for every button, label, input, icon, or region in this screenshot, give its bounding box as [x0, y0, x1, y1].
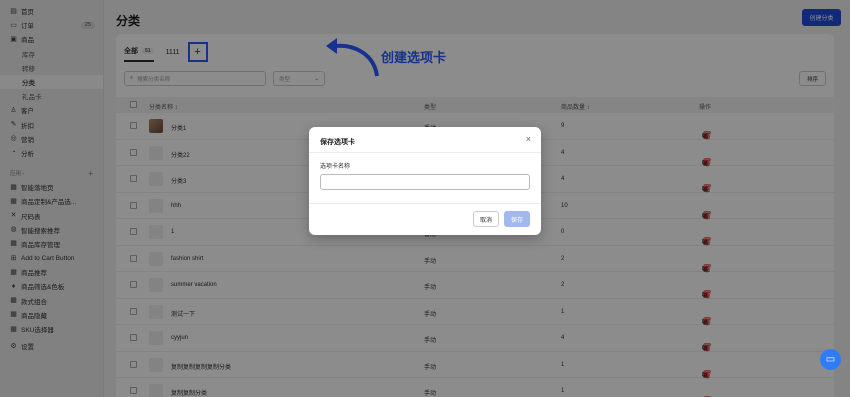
- tab-name-input[interactable]: [320, 174, 530, 190]
- save-button[interactable]: 保存: [504, 211, 530, 227]
- tab-name-label: 选项卡名称: [320, 164, 351, 170]
- chat-icon: ▭: [825, 354, 836, 365]
- divider: [309, 152, 541, 153]
- chat-support-button[interactable]: ▭: [820, 349, 841, 370]
- close-icon[interactable]: ×: [526, 134, 531, 144]
- cancel-button[interactable]: 取消: [473, 211, 499, 227]
- dialog-title: 保存选项卡: [320, 139, 355, 146]
- save-tab-dialog: 保存选项卡 × 选项卡名称 取消 保存: [309, 127, 541, 235]
- divider: [309, 203, 541, 204]
